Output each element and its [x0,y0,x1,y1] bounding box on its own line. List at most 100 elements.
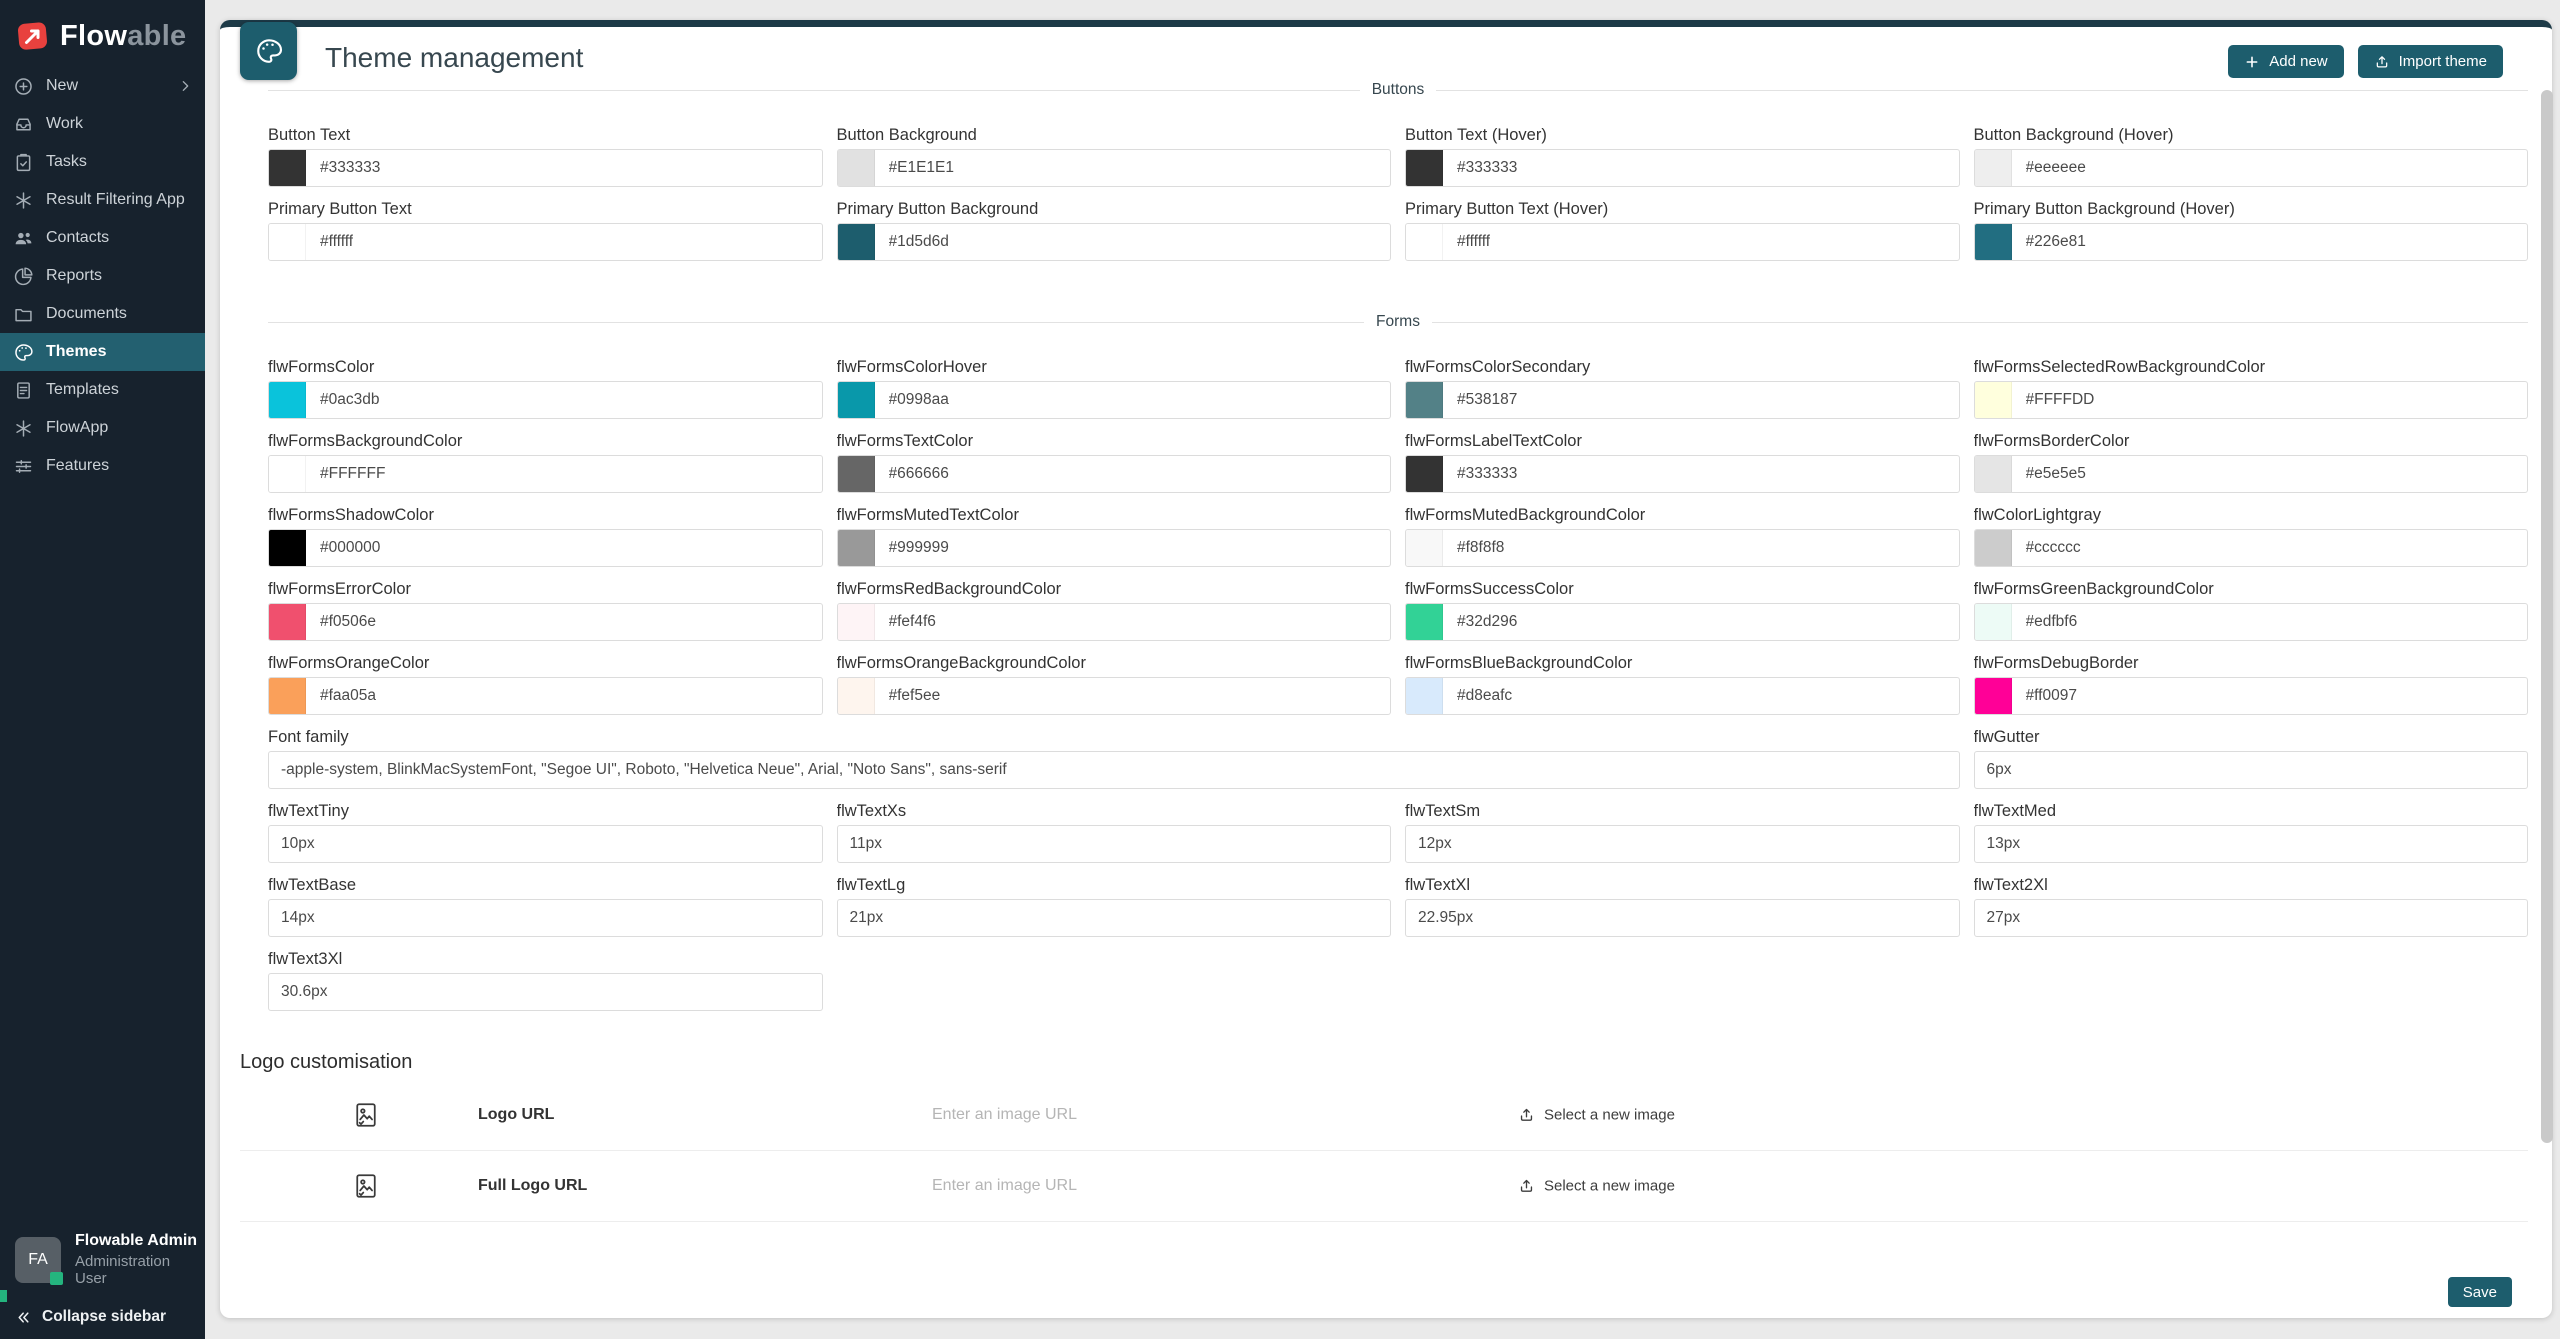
field-input[interactable]: #ff0097 [1974,677,2529,715]
image-url-input[interactable] [932,1177,1472,1195]
field-input[interactable]: #cccccc [1974,529,2529,567]
online-status-dot [50,1272,63,1285]
field-input[interactable]: #d8eafc [1405,677,1960,715]
color-swatch[interactable] [838,456,875,492]
field-input[interactable]: #eeeeee [1974,149,2529,187]
theme-field-button-background-hover: Button Background (Hover)#eeeeee [1974,125,2529,187]
theme-field-flwformsmutedtextcolor: flwFormsMutedTextColor#999999 [837,505,1392,567]
color-swatch[interactable] [1406,456,1443,492]
field-input[interactable]: 22.95px [1405,899,1960,937]
field-input[interactable]: 11px [837,825,1392,863]
field-input[interactable]: #999999 [837,529,1392,567]
field-input[interactable]: #e5e5e5 [1974,455,2529,493]
color-swatch[interactable] [1406,150,1443,186]
save-button[interactable]: Save [2448,1277,2512,1307]
field-input[interactable]: #333333 [1405,455,1960,493]
field-input[interactable]: #FFFFDD [1974,381,2529,419]
sidebar-item-reports[interactable]: Reports [0,257,205,295]
color-swatch[interactable] [838,530,875,566]
field-input[interactable]: #FFFFFF [268,455,823,493]
sidebar-item-result-filtering-app[interactable]: Result Filtering App [0,181,205,219]
color-swatch[interactable] [1975,530,2012,566]
color-swatch[interactable] [269,382,306,418]
select-image-button[interactable]: Select a new image [1518,1178,1675,1195]
theme-field-button-background: Button Background#E1E1E1 [837,125,1392,187]
color-swatch[interactable] [1406,530,1443,566]
flowable-logo[interactable]: Flowable [0,0,205,54]
color-swatch[interactable] [1975,604,2012,640]
sidebar-item-templates[interactable]: Templates [0,371,205,409]
field-input[interactable]: #333333 [268,149,823,187]
color-swatch[interactable] [1975,678,2012,714]
field-input[interactable]: #f8f8f8 [1405,529,1960,567]
field-input[interactable]: #000000 [268,529,823,567]
field-input[interactable]: 14px [268,899,823,937]
color-swatch[interactable] [269,678,306,714]
scrollbar-thumb[interactable] [2541,90,2553,1143]
sidebar-item-themes[interactable]: Themes [0,333,205,371]
sidebar-item-flowapp[interactable]: FlowApp [0,409,205,447]
field-input[interactable]: #0ac3db [268,381,823,419]
sidebar-item-contacts[interactable]: Contacts [0,219,205,257]
field-input[interactable]: #333333 [1405,149,1960,187]
field-input[interactable]: #faa05a [268,677,823,715]
field-input[interactable]: #fef5ee [837,677,1392,715]
field-input[interactable]: #666666 [837,455,1392,493]
field-value: #538187 [1457,391,1517,409]
color-swatch[interactable] [1975,456,2012,492]
sidebar-item-work[interactable]: Work [0,105,205,143]
color-swatch[interactable] [838,150,875,186]
color-swatch[interactable] [1406,224,1443,260]
field-input[interactable]: -apple-system, BlinkMacSystemFont, "Sego… [268,751,1960,789]
color-swatch[interactable] [1406,678,1443,714]
color-swatch[interactable] [269,456,306,492]
avatar[interactable]: FA [15,1237,61,1283]
field-input[interactable]: 12px [1405,825,1960,863]
color-swatch[interactable] [838,224,875,260]
color-swatch[interactable] [269,150,306,186]
field-input[interactable]: #E1E1E1 [837,149,1392,187]
color-swatch[interactable] [269,530,306,566]
image-url-input[interactable] [932,1106,1472,1124]
field-input[interactable]: 21px [837,899,1392,937]
color-swatch[interactable] [838,604,875,640]
field-input[interactable]: 27px [1974,899,2529,937]
user-block[interactable]: FA Flowable Admin Administration User [15,1232,205,1287]
field-input[interactable]: #f0506e [268,603,823,641]
color-swatch[interactable] [1975,224,2012,260]
sidebar-item-tasks[interactable]: Tasks [0,143,205,181]
field-input[interactable]: #ffffff [1405,223,1960,261]
field-input[interactable]: 13px [1974,825,2529,863]
color-swatch[interactable] [838,382,875,418]
field-input[interactable]: #1d5d6d [837,223,1392,261]
sidebar-item-new[interactable]: New [0,67,205,105]
color-swatch[interactable] [1975,382,2012,418]
sidebar-item-label: Templates [46,381,119,399]
field-value: -apple-system, BlinkMacSystemFont, "Sego… [281,761,1007,779]
field-input[interactable]: #edfbf6 [1974,603,2529,641]
color-swatch[interactable] [269,224,306,260]
field-input[interactable]: #ffffff [268,223,823,261]
color-swatch[interactable] [269,604,306,640]
field-input[interactable]: 30.6px [268,973,823,1011]
field-input[interactable]: #226e81 [1974,223,2529,261]
color-swatch[interactable] [1406,604,1443,640]
select-image-button[interactable]: Select a new image [1518,1107,1675,1124]
field-input[interactable]: #0998aa [837,381,1392,419]
field-input[interactable]: #538187 [1405,381,1960,419]
import-theme-button[interactable]: Import theme [2358,45,2503,78]
add-new-button[interactable]: Add new [2228,45,2343,78]
sidebar-item-features[interactable]: Features [0,447,205,485]
color-swatch[interactable] [838,678,875,714]
color-swatch[interactable] [1406,382,1443,418]
sidebar-item-documents[interactable]: Documents [0,295,205,333]
field-input[interactable]: 10px [268,825,823,863]
field-value: #32d296 [1457,613,1517,631]
field-input[interactable]: #32d296 [1405,603,1960,641]
field-input[interactable]: #fef4f6 [837,603,1392,641]
collapse-sidebar-button[interactable]: Collapse sidebar [15,1308,166,1326]
color-swatch[interactable] [1975,150,2012,186]
theme-field-flwtexttiny: flwTextTiny10px [268,801,823,863]
chevrons-left-icon [15,1309,32,1326]
field-input[interactable]: 6px [1974,751,2529,789]
